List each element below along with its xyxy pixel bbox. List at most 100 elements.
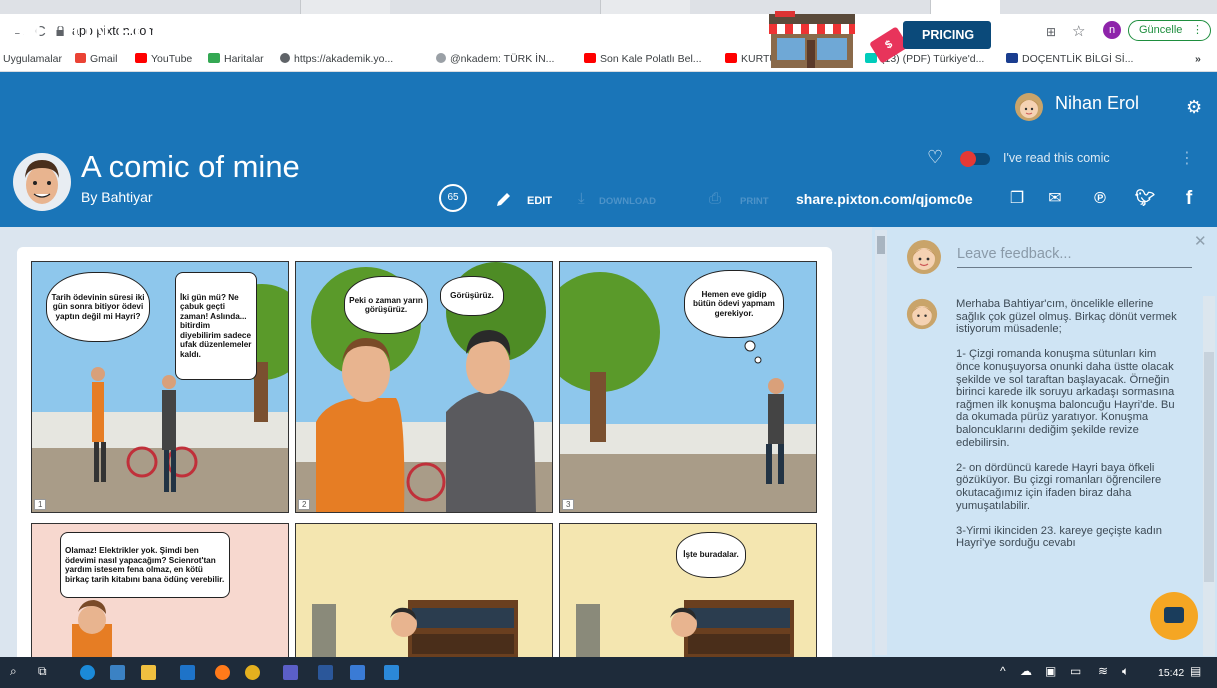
bookmark-maps[interactable]: Haritalar — [208, 53, 264, 65]
twitter-icon[interactable]: 🐦︎ — [1135, 190, 1155, 208]
word-icon[interactable] — [318, 665, 333, 680]
bookmark-gmail[interactable]: Gmail — [75, 53, 117, 65]
mail-icon[interactable]: ✉ — [1046, 190, 1064, 208]
bookmark-nkadem[interactable]: @nkadem: TÜRK İN... — [436, 53, 554, 65]
bookmark-label: @nkadem: TÜRK İN... — [450, 53, 555, 65]
read-label: I've read this comic — [1003, 151, 1110, 165]
mail-app-icon[interactable] — [180, 665, 195, 680]
comic-title: A comic of mine — [81, 149, 300, 184]
comic-scrollbar-thumb[interactable] — [877, 236, 885, 254]
teams-icon[interactable] — [283, 665, 298, 680]
gmail-icon — [75, 53, 86, 63]
thought-bubble: Hemen eve gidip bütün ödevi yapmam gerek… — [684, 270, 784, 338]
facebook-icon[interactable]: f — [1180, 189, 1198, 208]
update-button[interactable]: Güncelle ⋮ — [1128, 20, 1211, 41]
volume-icon[interactable]: 🔈︎ — [1122, 664, 1129, 679]
comic-panel-4: Olamaz! Elektrikler yok. Şimdi ben ödevi… — [31, 523, 289, 663]
bookmarks-overflow-icon[interactable]: » — [1195, 53, 1201, 65]
bookmark-akademik[interactable]: https://akademik.yo... — [280, 53, 393, 65]
firefox-icon[interactable] — [215, 665, 230, 680]
feedback-input[interactable]: Leave feedback... — [957, 246, 1192, 268]
speech-bubble: Olamaz! Elektrikler yok. Şimdi ben ödevi… — [60, 532, 230, 598]
author-avatar — [13, 153, 71, 211]
panel-number: 3 — [562, 499, 575, 510]
feedback-author-avatar — [906, 298, 938, 330]
comic-panel-2: Peki o zaman yarın görüşürüz. Görüşürüz.… — [295, 261, 553, 513]
bookmarks-bar: Uygulamalar Gmail YouTube Haritalar http… — [0, 48, 1217, 72]
more-options-icon[interactable]: ⋮ — [1179, 148, 1195, 168]
panel-5-scene — [312, 600, 518, 662]
clock-time[interactable]: 15:42 — [1158, 667, 1184, 679]
close-icon[interactable]: ✕ — [1194, 232, 1207, 250]
comic-scrollbar[interactable] — [875, 230, 887, 655]
profile-avatar[interactable]: n — [1103, 21, 1121, 39]
pricing-button[interactable]: PRICING — [903, 21, 991, 49]
comic-panel-1: Tarih ödevinin süresi iki gün sonra biti… — [31, 261, 289, 513]
user-avatar[interactable] — [1014, 92, 1044, 122]
notifications-tray-icon[interactable]: ▣ — [1045, 664, 1056, 678]
speech-bubble: Tarih ödevinin süresi iki gün sonra biti… — [46, 272, 150, 342]
copy-icon[interactable]: ❐ — [1008, 190, 1026, 208]
bookmark-label: Uygulamalar — [3, 53, 62, 65]
bookmark-youtube[interactable]: YouTube — [135, 53, 192, 65]
gear-icon[interactable]: ⚙ — [1186, 97, 1202, 118]
pencil-icon[interactable] — [495, 190, 513, 208]
storefront-icon — [769, 11, 855, 68]
speech-bubble: İşte buradalar. — [676, 532, 746, 578]
read-toggle-knob[interactable] — [960, 151, 976, 167]
address-bar-row: → C app.pixton.com ⊞ ☆ — [0, 14, 1217, 48]
view-counter: 65 — [439, 184, 467, 212]
feedback-scrollbar-thumb[interactable] — [1204, 352, 1214, 582]
onedrive-icon[interactable]: ☁ — [1020, 664, 1032, 678]
search-icon[interactable]: ⌕ — [10, 664, 17, 679]
edit-button[interactable]: EDIT — [527, 195, 552, 207]
star-icon[interactable]: ☆ — [1072, 22, 1085, 40]
youtube-icon — [584, 53, 596, 63]
youtube-icon — [135, 53, 147, 63]
brand-logo[interactable]: PIXTON EDU — [18, 19, 169, 47]
pinterest-icon[interactable]: ℗ — [1091, 190, 1109, 208]
app-icon[interactable] — [384, 665, 399, 680]
comic-author[interactable]: By Bahtiyar — [81, 189, 153, 205]
bookmark-label: YouTube — [151, 53, 193, 65]
action-center-icon[interactable]: ▤ — [1190, 664, 1201, 678]
panel-number: 1 — [34, 499, 47, 510]
bookmark-label: Son Kale Polatlı Bel... — [600, 53, 702, 65]
edge-icon[interactable] — [80, 665, 95, 680]
chat-icon — [1164, 607, 1184, 623]
comic-panel-6: İşte buradalar. — [559, 523, 817, 663]
store-icon[interactable] — [141, 665, 156, 680]
battery-icon[interactable]: ▭ — [1070, 664, 1081, 678]
comic-panel-5 — [295, 523, 553, 663]
browser-tab[interactable] — [600, 0, 690, 14]
chevron-up-icon[interactable]: ^ — [1000, 664, 1006, 678]
app-icon[interactable] — [350, 665, 365, 680]
maps-icon — [208, 53, 220, 63]
explorer-icon[interactable] — [110, 665, 125, 680]
chrome-icon[interactable] — [245, 665, 260, 680]
chat-button[interactable] — [1150, 592, 1198, 640]
site-icon — [1006, 53, 1018, 63]
bookmark-apps[interactable]: Uygulamalar — [3, 53, 62, 65]
youtube-icon — [725, 53, 737, 63]
feedback-paragraph: Merhaba Bahtiyar'cım, öncelikle ellerine… — [956, 298, 1177, 336]
bookmark-label: Gmail — [90, 53, 118, 65]
feedback-message: Merhaba Bahtiyar'cım, öncelikle ellerine… — [956, 298, 1178, 562]
task-view-icon[interactable]: ⧉ — [38, 664, 47, 679]
more-icon: ⋮ — [1192, 24, 1203, 36]
user-name[interactable]: Nihan Erol — [1055, 93, 1139, 114]
coming-soon-label[interactable]: COMING SOON — [520, 19, 580, 44]
clock-icon — [572, 21, 591, 40]
share-url[interactable]: share.pixton.com/qjomc0e — [796, 191, 973, 207]
translate-icon[interactable]: ⊞ — [1046, 25, 1056, 39]
bookmark-sonkale[interactable]: Son Kale Polatlı Bel... — [584, 53, 702, 65]
print-button: PRINT — [740, 196, 769, 207]
browser-tab[interactable] — [300, 0, 390, 14]
wifi-icon[interactable]: ≋ — [1098, 664, 1108, 678]
content-packs-link[interactable]: CONTENT PACKS — [648, 30, 755, 44]
bookmark-docentlik[interactable]: DOÇENTLİK BİLGİ Sİ... — [1006, 53, 1133, 65]
bookmark-label: (13) (PDF) Türkiye'd... — [881, 53, 985, 65]
browser-tab-active[interactable] — [930, 0, 1000, 14]
heart-icon[interactable]: ♡ — [927, 147, 943, 168]
browser-tab-strip — [0, 0, 1217, 14]
